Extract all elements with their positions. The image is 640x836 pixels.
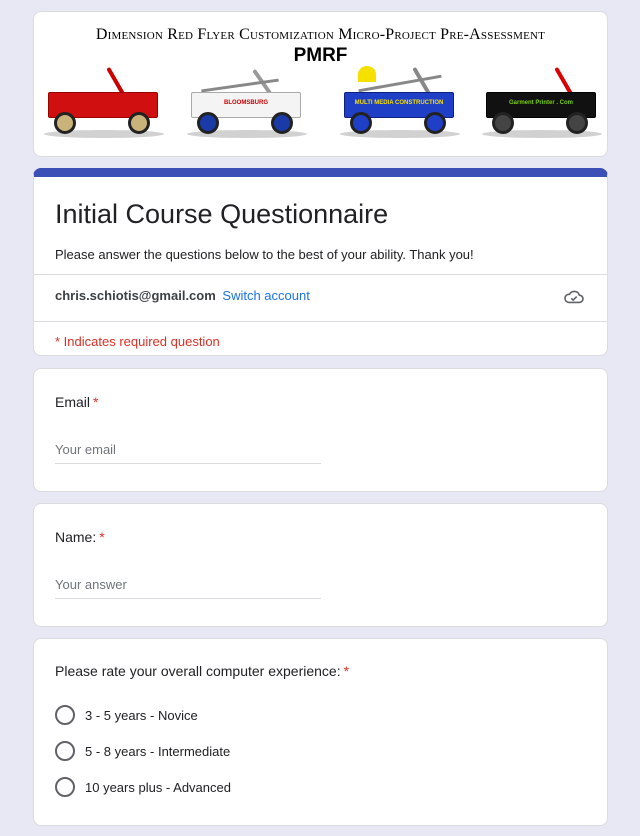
- form-header-card: Initial Course Questionnaire Please answ…: [33, 168, 608, 356]
- radio-label: 3 - 5 years - Novice: [85, 707, 198, 723]
- name-input[interactable]: [55, 577, 321, 599]
- banner-subtitle: PMRF: [293, 45, 348, 66]
- radio-option-intermediate[interactable]: 5 - 8 years - Intermediate: [55, 741, 230, 761]
- divider: [34, 321, 607, 322]
- switch-account-link[interactable]: Switch account: [222, 288, 309, 303]
- form-description: Please answer the questions below to the…: [55, 247, 474, 262]
- question-experience-label: Please rate your overall computer experi…: [55, 663, 350, 679]
- divider: [34, 274, 607, 275]
- required-asterisk: *: [99, 529, 105, 545]
- form-title: Initial Course Questionnaire: [55, 199, 389, 229]
- radio-button[interactable]: [55, 777, 75, 797]
- question-name-label: Name: *: [55, 529, 105, 545]
- radio-label: 10 years plus - Advanced: [85, 779, 231, 795]
- required-note: * Indicates required question: [55, 334, 220, 349]
- radio-button[interactable]: [55, 741, 75, 761]
- cloud-check-icon[interactable]: [563, 288, 585, 306]
- account-row: chris.schiotis@gmail.com Switch account: [55, 288, 310, 303]
- question-name-card: Name: *: [33, 503, 608, 627]
- account-email: chris.schiotis@gmail.com: [55, 288, 216, 303]
- radio-option-novice[interactable]: 3 - 5 years - Novice: [55, 705, 198, 725]
- email-input[interactable]: [55, 442, 321, 464]
- radio-option-advanced[interactable]: 10 years plus - Advanced: [55, 777, 231, 797]
- question-experience-card: Please rate your overall computer experi…: [33, 638, 608, 826]
- banner-title: Dimension Red Flyer Customization Micro-…: [95, 26, 546, 43]
- header-banner-image: Dimension Red Flyer Customization Micro-…: [33, 11, 608, 157]
- question-email-card: Email *: [33, 368, 608, 492]
- question-email-label: Email *: [55, 394, 99, 410]
- required-asterisk: *: [93, 394, 99, 410]
- required-asterisk: *: [343, 663, 350, 679]
- radio-button[interactable]: [55, 705, 75, 725]
- radio-label: 5 - 8 years - Intermediate: [85, 743, 231, 759]
